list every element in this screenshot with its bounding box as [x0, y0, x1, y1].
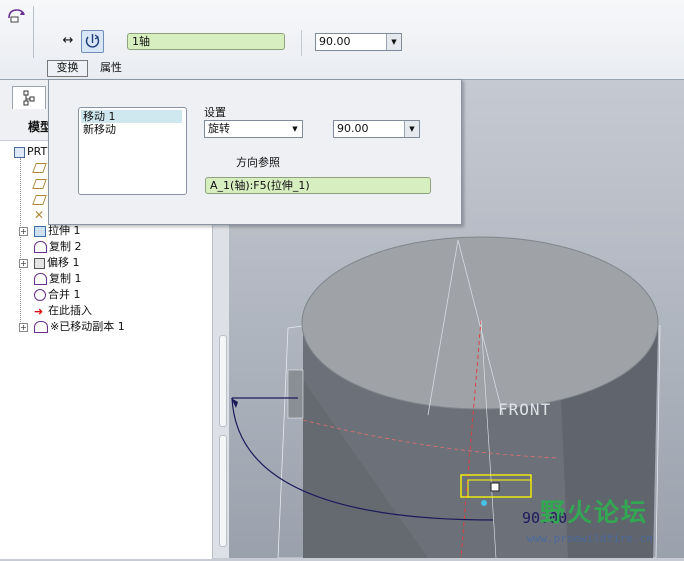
tree-item-label: ※已移动副本 1 — [50, 320, 125, 333]
move-list[interactable]: 移动 1 新移动 — [78, 107, 187, 195]
settings-label: 设置 — [204, 106, 226, 119]
move-list-item-new[interactable]: 新移动 — [81, 123, 182, 136]
chevron-down-icon[interactable]: ▼ — [386, 34, 401, 50]
expand-icon[interactable]: + — [19, 323, 28, 332]
tree-item-datum[interactable]: ✕ — [34, 208, 44, 223]
moved-copy-icon — [34, 321, 48, 333]
copy-icon — [34, 273, 47, 285]
tree-item-label: 偏移 1 — [47, 256, 80, 269]
panel-angle-value: 90.00 — [337, 122, 369, 135]
expand-icon[interactable]: + — [19, 227, 28, 236]
tree-item-datum[interactable] — [32, 192, 47, 207]
tree-item-datum[interactable] — [32, 176, 47, 191]
tree-item-label: 复制 1 — [49, 272, 82, 285]
tree-connector — [20, 158, 22, 328]
angle-value: 90.00 — [319, 35, 351, 48]
chevron-down-icon[interactable]: ▼ — [288, 121, 302, 137]
datum-plane-icon — [32, 179, 47, 189]
tab-transform[interactable]: 变换 — [47, 60, 88, 77]
translate-icon[interactable]: ↔ — [58, 33, 78, 49]
copy-icon — [34, 241, 47, 253]
copy-feature-icon — [6, 6, 28, 26]
front-plane-label: FRONT — [498, 400, 552, 419]
model-tree-tab[interactable] — [12, 86, 46, 109]
direction-reference-field[interactable]: 1轴 — [127, 33, 285, 50]
dashboard-separator — [33, 6, 34, 58]
angle-value-combo[interactable]: 90.00 ▼ — [315, 33, 402, 51]
tree-item[interactable]: 复制 1 — [34, 271, 82, 286]
tree-item[interactable]: 复制 2 — [34, 239, 82, 254]
rotate-button[interactable] — [81, 30, 104, 53]
watermark-title: 野火论坛 — [540, 498, 649, 527]
direction-reference-label: 方向参照 — [236, 156, 280, 169]
tree-item-datum[interactable] — [32, 160, 47, 175]
splitter-grip[interactable] — [219, 335, 227, 427]
watermark-url: www.proewildfire.cn — [527, 532, 653, 545]
tree-item-label: 在此插入 — [48, 304, 92, 317]
panel-angle-combo[interactable]: 90.00 ▼ — [333, 120, 420, 138]
move-type-select[interactable]: 旋转 ▼ — [204, 120, 303, 138]
tree-item[interactable]: ※已移动副本 1 — [34, 319, 125, 334]
dashboard-separator — [301, 30, 302, 56]
move-type-value: 旋转 — [208, 122, 230, 135]
tree-item[interactable]: 合并 1 — [34, 287, 81, 302]
extrude-icon — [34, 225, 46, 237]
rotate-icon — [85, 34, 100, 48]
insert-here-arrow-icon: ➜ — [34, 304, 44, 318]
tree-item-label: 合并 1 — [48, 288, 81, 301]
offset-icon — [34, 257, 45, 269]
tree-item[interactable]: 拉伸 1 — [34, 223, 81, 238]
tree-item-label: 拉伸 1 — [48, 224, 81, 237]
datum-plane-icon — [32, 163, 47, 173]
tree-icon — [23, 90, 35, 106]
csys-icon: ✕ — [34, 208, 45, 222]
splitter-grip[interactable] — [219, 435, 227, 547]
tab-properties[interactable]: 属性 — [100, 60, 122, 75]
tree-item-label: 复制 2 — [49, 240, 82, 253]
tree-item[interactable]: ➜ 在此插入 — [34, 303, 92, 318]
tree-root-label: PRT — [27, 145, 48, 158]
tree-root[interactable]: PRT — [14, 144, 47, 159]
expand-icon[interactable]: + — [19, 259, 28, 268]
tree-item[interactable]: 偏移 1 — [34, 255, 80, 270]
merge-icon — [34, 289, 46, 301]
direction-reference-collector[interactable]: A_1(轴):F5(拉伸_1) — [205, 177, 431, 194]
move-list-item-selected[interactable]: 移动 1 — [81, 110, 182, 123]
part-icon — [14, 146, 25, 158]
datum-plane-icon — [32, 195, 47, 205]
chevron-down-icon[interactable]: ▼ — [404, 121, 419, 137]
